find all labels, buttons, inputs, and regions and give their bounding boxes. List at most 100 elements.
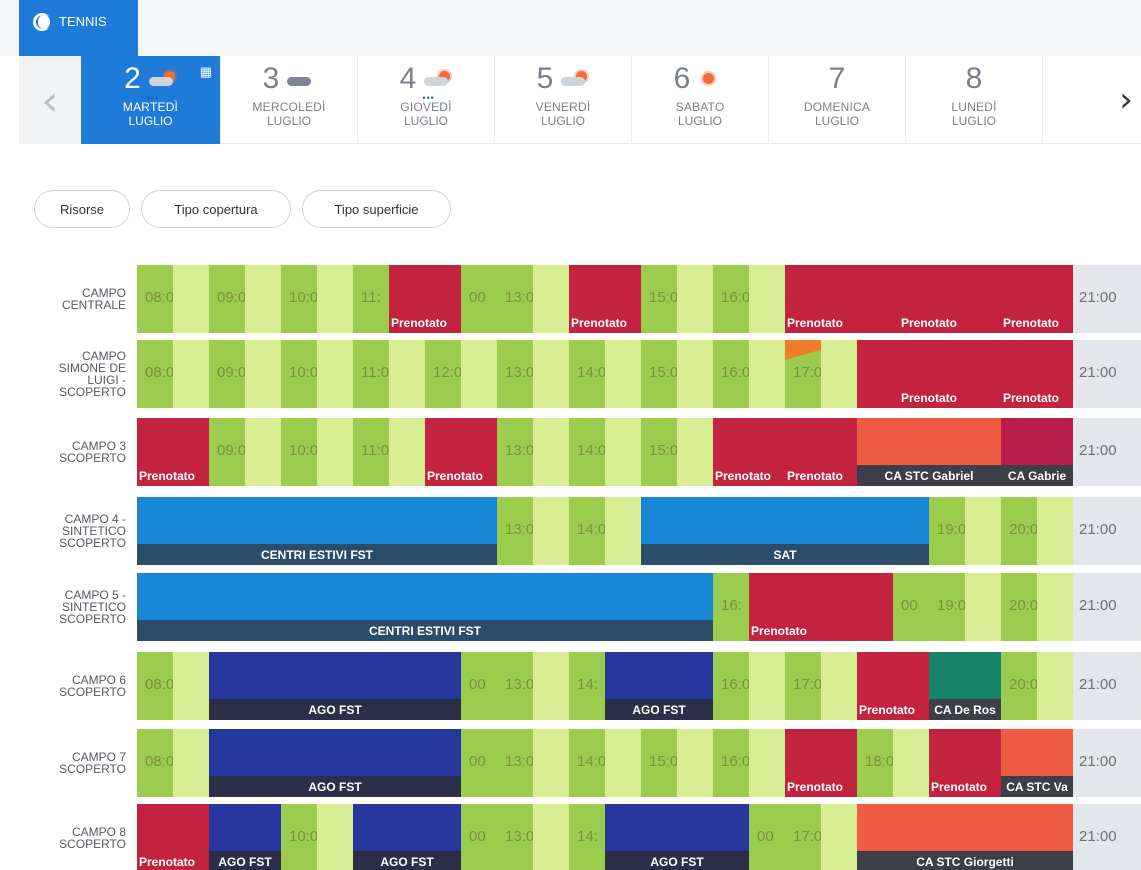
free-slot[interactable]: 15:00: [641, 729, 687, 797]
booking-block[interactable]: CENTRI ESTIVI FST: [137, 497, 497, 565]
free-slot[interactable]: [317, 265, 353, 333]
free-slot[interactable]: [821, 652, 857, 720]
free-slot[interactable]: 13:00: [497, 265, 543, 333]
free-slot[interactable]: 13:00: [497, 804, 543, 870]
free-slot[interactable]: 00: [461, 652, 497, 720]
booking-prenotato[interactable]: Prenotato: [137, 804, 209, 870]
free-slot[interactable]: [173, 729, 209, 797]
day-3[interactable]: 3 MERCOLEDÌ LUGLIO: [221, 56, 358, 144]
free-slot[interactable]: 16:00: [713, 652, 759, 720]
calendar-icon[interactable]: ▦: [200, 64, 212, 80]
free-slot[interactable]: [893, 729, 929, 797]
free-slot[interactable]: 19:00: [929, 573, 975, 641]
booking-prenotato[interactable]: Prenotato: [785, 265, 857, 333]
free-slot[interactable]: 11:00: [353, 418, 397, 486]
booking-block[interactable]: AGO FST: [209, 652, 461, 720]
filter-tipo-superficie[interactable]: Tipo superficie: [302, 190, 451, 228]
free-slot[interactable]: [1037, 497, 1073, 565]
free-slot[interactable]: [821, 340, 857, 408]
booking-prenotato[interactable]: Prenotato: [1001, 265, 1073, 333]
day-6[interactable]: 6 SABATO LUGLIO: [632, 56, 769, 144]
free-slot[interactable]: [533, 729, 569, 797]
free-slot[interactable]: 15:00: [641, 340, 687, 408]
free-slot[interactable]: [677, 418, 713, 486]
booking-prenotato[interactable]: Prenotato: [137, 418, 209, 486]
free-slot[interactable]: [749, 652, 785, 720]
free-slot[interactable]: [173, 652, 209, 720]
booking-block[interactable]: AGO FST: [209, 729, 461, 797]
free-slot[interactable]: 00: [461, 804, 497, 870]
booking-prenotato[interactable]: Prenotato: [389, 265, 461, 333]
filter-risorse[interactable]: Risorse: [34, 190, 130, 228]
filter-tipo-copertura[interactable]: Tipo copertura: [141, 190, 291, 228]
free-slot[interactable]: [245, 418, 281, 486]
free-slot[interactable]: [749, 340, 785, 408]
free-slot[interactable]: 16:: [713, 573, 749, 641]
free-slot[interactable]: [965, 573, 1001, 641]
free-slot[interactable]: 20:00: [1001, 652, 1047, 720]
next-day-button[interactable]: ›: [1111, 56, 1141, 144]
free-slot[interactable]: 08:00: [137, 729, 183, 797]
free-slot[interactable]: [245, 340, 281, 408]
free-slot[interactable]: 10:00: [281, 340, 327, 408]
free-slot[interactable]: [533, 265, 569, 333]
free-slot[interactable]: 00: [461, 265, 497, 333]
booking-block[interactable]: AGO FST: [605, 652, 713, 720]
free-slot[interactable]: 16:00: [713, 340, 759, 408]
free-slot[interactable]: 14:00: [569, 340, 615, 408]
free-slot[interactable]: 10:00: [281, 265, 327, 333]
free-slot[interactable]: [965, 497, 1001, 565]
free-slot[interactable]: 17:00: [785, 340, 855, 408]
booking-block[interactable]: CA STC Giorgetti: [857, 804, 1073, 870]
day-2[interactable]: ▦ 2 ••• MARTEDÌ LUGLIO: [81, 56, 221, 144]
free-slot[interactable]: [677, 265, 713, 333]
booking-block[interactable]: CA STC Gabriel: [857, 418, 1001, 486]
free-slot[interactable]: 17:00: [785, 652, 831, 720]
booking-block[interactable]: AGO FST: [605, 804, 749, 870]
free-slot[interactable]: [533, 804, 569, 870]
booking-block[interactable]: AGO FST: [209, 804, 281, 870]
free-slot[interactable]: [1037, 652, 1073, 720]
free-slot[interactable]: 11:00: [353, 340, 397, 408]
free-slot[interactable]: [677, 729, 713, 797]
free-slot[interactable]: [533, 497, 569, 565]
free-slot[interactable]: [245, 265, 281, 333]
day-8[interactable]: 8 LUNEDÌ LUGLIO: [906, 56, 1043, 144]
free-slot[interactable]: [605, 497, 641, 565]
free-slot[interactable]: [389, 418, 425, 486]
booking-prenotato[interactable]: Prenotato: [857, 265, 1001, 333]
free-slot[interactable]: 17:00: [785, 804, 831, 870]
free-slot[interactable]: [605, 340, 641, 408]
free-slot[interactable]: 14:00: [569, 497, 615, 565]
free-slot[interactable]: 13:00: [497, 497, 543, 565]
free-slot[interactable]: 18:00: [857, 729, 903, 797]
free-slot[interactable]: 19:00: [929, 497, 975, 565]
free-slot[interactable]: 15:00: [641, 418, 687, 486]
free-slot[interactable]: 20:00: [1001, 573, 1047, 641]
free-slot[interactable]: [677, 340, 713, 408]
free-slot[interactable]: 14:00: [569, 418, 615, 486]
free-slot[interactable]: [821, 804, 857, 870]
tab-tennis[interactable]: TENNIS: [19, 0, 138, 56]
free-slot[interactable]: [173, 340, 209, 408]
free-slot[interactable]: [317, 804, 353, 870]
free-slot[interactable]: 16:00: [713, 729, 759, 797]
free-slot[interactable]: 08:00: [137, 265, 183, 333]
free-slot[interactable]: 14:: [569, 804, 605, 870]
booking-prenotato[interactable]: Prenotato: [857, 652, 929, 720]
free-slot[interactable]: 15:00: [641, 265, 687, 333]
free-slot[interactable]: [1037, 573, 1073, 641]
day-5[interactable]: 5 VENERDÌ LUGLIO: [495, 56, 632, 144]
free-slot[interactable]: 09:00: [209, 418, 255, 486]
free-slot[interactable]: 00: [461, 729, 497, 797]
free-slot[interactable]: 13:00: [497, 340, 543, 408]
free-slot[interactable]: 13:00: [497, 729, 543, 797]
free-slot[interactable]: [749, 729, 785, 797]
free-slot[interactable]: 14:: [569, 652, 605, 720]
booking-prenotato[interactable]: Prenotato: [929, 729, 1001, 797]
free-slot[interactable]: [317, 418, 353, 486]
free-slot[interactable]: 10:00: [281, 804, 327, 870]
booking-prenotato[interactable]: Prenotato: [1001, 340, 1073, 408]
free-slot[interactable]: [389, 340, 425, 408]
booking-block[interactable]: CA STC Va: [1001, 729, 1073, 797]
